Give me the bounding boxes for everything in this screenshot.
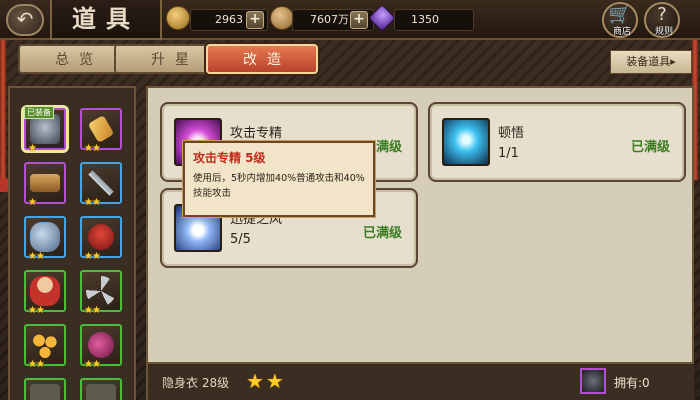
darts-icon	[86, 276, 116, 306]
inventory-slot-sword[interactable]: ★★	[79, 161, 123, 208]
skill-card-enlightenment[interactable]: 顿悟 1/1 已满级	[428, 102, 686, 182]
tooltip-title: 攻击专精 5级	[193, 151, 266, 165]
item-stars: ★★	[84, 359, 101, 370]
inventory-slot-scarf[interactable]: ★★	[80, 216, 122, 262]
left-rope	[0, 40, 6, 180]
copper-coin-icon	[270, 6, 294, 30]
skill-level: 5/5	[230, 232, 251, 247]
item-stars: ★★	[84, 251, 101, 262]
rules-button[interactable]: ? 规则	[644, 2, 680, 38]
enlightenment-icon	[442, 118, 490, 166]
inventory-slot-12[interactable]	[80, 378, 122, 400]
equipped-badge: 已装备	[24, 106, 54, 119]
add-gold-button[interactable]: +	[246, 11, 264, 29]
copper-value: 7607万	[310, 13, 349, 26]
item-name-level: 隐身衣 28级	[162, 376, 230, 390]
skill-tooltip: 攻击专精 5级 使用后，5秒内增加40%普通攻击和40%技能攻击	[183, 141, 375, 217]
tab-row: 总览 升星 改造 装备道具▸	[8, 40, 692, 78]
bomb-icon	[88, 332, 114, 358]
red-scarf-icon	[88, 224, 114, 250]
talisman-icon	[87, 114, 115, 144]
skill-name: 顿悟	[498, 126, 525, 141]
tab-modify[interactable]: 改造	[206, 44, 318, 74]
equip-items-button[interactable]: 装备道具▸	[610, 50, 692, 74]
skill-level: 1/1	[498, 146, 519, 161]
page-title: 道具	[50, 0, 162, 40]
item-stars: ★★	[28, 359, 45, 370]
inventory-slot-11[interactable]	[24, 378, 66, 400]
gold-value: 2963	[215, 13, 243, 26]
item-info-bar: 隐身衣 28级 ★★ 拥有:0	[148, 362, 694, 400]
item-stars: ★★	[84, 143, 101, 154]
inventory-slot-doll[interactable]: ★★	[24, 270, 66, 316]
add-copper-button[interactable]: +	[350, 11, 368, 29]
item-icon	[30, 384, 60, 400]
skill-max-status: 已满级	[630, 140, 670, 155]
item-stars: ★★	[28, 305, 45, 316]
item-star-rating: ★★	[246, 369, 286, 393]
doll-icon	[30, 276, 60, 306]
inventory-slot-stone[interactable]: ★★	[24, 216, 66, 262]
item-stars: ★★	[84, 197, 101, 208]
stone-icon	[30, 222, 60, 252]
item-icon	[86, 384, 116, 400]
skill-name: 攻击专精	[230, 126, 283, 141]
owned-item-icon	[580, 368, 606, 394]
inventory-slot-darts[interactable]: ★★	[80, 270, 122, 316]
skill-panel: 攻击专精 已满级 顿悟 1/1 已满级 迅捷之风 5/5 已满级	[146, 86, 694, 400]
gem-value: 1350	[411, 13, 439, 26]
inventory-slot-pellets[interactable]: ★★	[24, 324, 66, 370]
tooltip-body: 使用后，5秒内增加40%普通攻击和40%技能攻击	[193, 173, 365, 199]
item-stars: ★	[28, 197, 37, 208]
item-stars: ★	[28, 143, 37, 154]
item-stars: ★★	[84, 305, 101, 316]
inventory-slot-scroll[interactable]: ★	[24, 162, 66, 208]
gem-resource: 1350	[394, 9, 474, 31]
skill-max-status: 已满级	[362, 226, 402, 241]
left-tassel	[0, 178, 8, 192]
pellets-icon	[30, 330, 60, 360]
inventory-slot-armor[interactable]: 已装备 ★	[24, 106, 66, 154]
owned-count: 拥有:0	[614, 376, 650, 390]
gold-coin-icon	[166, 6, 190, 30]
shop-button[interactable]: 🛒 商店	[602, 2, 638, 38]
inventory-slot-bomb[interactable]: ★★	[80, 324, 122, 370]
item-stars: ★★	[28, 251, 45, 262]
inventory-panel: 已装备 ★ ★★ ★ ★★ ★★ ★★ ★★ ★★ ★★ ★★	[8, 86, 136, 400]
back-button[interactable]: ↶	[6, 4, 44, 36]
top-bar: ↶ 道具 2963 + 7607万 + 1350 🛒 商店 ? 规则	[0, 0, 700, 40]
inventory-slot-talisman[interactable]: ★★	[80, 108, 122, 154]
scroll-icon	[30, 174, 60, 192]
